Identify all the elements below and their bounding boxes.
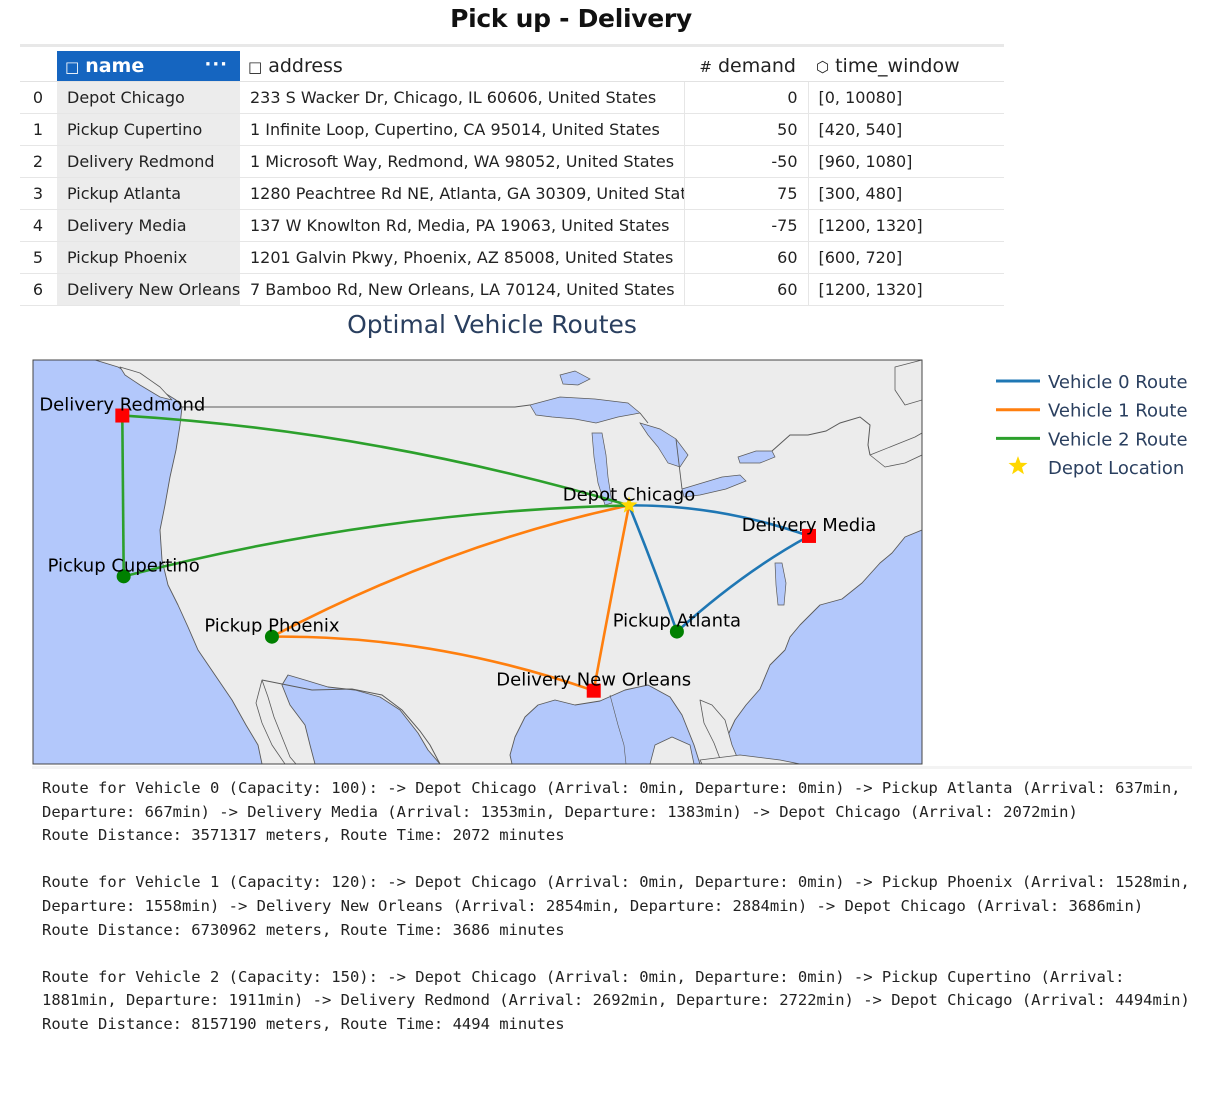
route-output-block: Route for Vehicle 0 (Capacity: 100): -> … xyxy=(42,777,1192,848)
legend-star-icon xyxy=(1008,456,1028,475)
address-cell: 1201 Galvin Pkwy, Phoenix, AZ 85008, Uni… xyxy=(240,241,685,274)
demand-cell: -75 xyxy=(684,209,809,242)
route-output-block: Route for Vehicle 2 (Capacity: 150): -> … xyxy=(42,966,1192,1037)
column-header-label: demand xyxy=(717,55,796,77)
table-row[interactable]: 1 Pickup Cupertino 1 Infinite Loop, Cupert… xyxy=(20,113,1004,146)
table-top-border xyxy=(20,44,1004,47)
table-row[interactable]: 3 Pickup Atlanta 1280 Peachtree Rd NE, Atl… xyxy=(20,177,1004,210)
column-header-label: address xyxy=(268,55,343,77)
text-column-icon: □ xyxy=(248,58,263,76)
page-title: Pick up - Delivery xyxy=(450,4,692,33)
address-cell: 1280 Peachtree Rd NE, Atlanta, GA 30309,… xyxy=(240,177,685,210)
time-window-cell: [960, 1080] xyxy=(808,145,1004,178)
address-cell: 1 Microsoft Way, Redmond, WA 98052, Unit… xyxy=(240,145,685,178)
name-cell: Delivery Media xyxy=(57,209,240,242)
location-label: Depot Chicago xyxy=(563,484,696,505)
table-row[interactable]: 4 Delivery Media 137 W Knowlton Rd, Media,… xyxy=(20,209,1004,242)
name-cell: Pickup Phoenix xyxy=(57,241,240,274)
time-window-cell: [1200, 1320] xyxy=(808,209,1004,242)
demand-cell: 60 xyxy=(684,241,809,274)
location-label: Delivery Media xyxy=(742,515,877,536)
address-cell: 7 Bamboo Rd, New Orleans, LA 70124, Unit… xyxy=(240,273,685,306)
location-label: Pickup Atlanta xyxy=(613,611,741,632)
location-label: Pickup Phoenix xyxy=(204,616,340,637)
route-output-line: Route for Vehicle 0 (Capacity: 100): -> … xyxy=(42,779,1190,821)
data-table: □ name ··· □ address # demand ⬡ time_window … xyxy=(20,51,1004,306)
index-column-header xyxy=(20,51,57,82)
row-index-cell: 0 xyxy=(20,81,57,114)
location-label: Delivery Redmond xyxy=(39,395,205,416)
location-label: Delivery New Orleans xyxy=(496,670,691,691)
legend-item-label[interactable]: Vehicle 1 Route xyxy=(1048,401,1188,422)
route-output-console: Route for Vehicle 0 (Capacity: 100): -> … xyxy=(32,766,1192,1061)
route-output-line: Route for Vehicle 2 (Capacity: 150): -> … xyxy=(42,967,1190,1010)
time-window-cell: [1200, 1320] xyxy=(808,273,1004,306)
name-cell: Pickup Cupertino xyxy=(57,113,240,146)
column-header-label: name xyxy=(85,55,145,77)
demand-cell: 75 xyxy=(684,177,809,210)
route-summary-line: Route Distance: 8157190 meters, Route Ti… xyxy=(42,1014,565,1033)
address-cell: 137 W Knowlton Rd, Media, PA 19063, Unit… xyxy=(240,209,685,242)
column-header-address[interactable]: □ address xyxy=(240,51,684,82)
column-header-demand[interactable]: # demand xyxy=(684,51,808,82)
time-window-cell: [600, 720] xyxy=(808,241,1004,274)
demand-cell: 0 xyxy=(684,81,809,114)
row-index-cell: 2 xyxy=(20,145,57,178)
column-header-name[interactable]: □ name ··· xyxy=(57,51,240,82)
row-index-cell: 1 xyxy=(20,113,57,146)
row-index-cell: 5 xyxy=(20,241,57,274)
route-map-chart: Optimal Vehicle Routes Depot Chicago Picku… xyxy=(32,310,1188,765)
text-column-icon: □ xyxy=(65,58,80,76)
route-summary-line: Route Distance: 3571317 meters, Route Ti… xyxy=(42,826,565,845)
demand-cell: 60 xyxy=(684,273,809,306)
address-cell: 1 Infinite Loop, Cupertino, CA 95014, Un… xyxy=(240,113,685,146)
demand-cell: -50 xyxy=(684,145,809,178)
name-cell: Pickup Atlanta xyxy=(57,177,240,210)
name-cell: Delivery Redmond xyxy=(57,145,240,178)
route-summary-line: Route Distance: 6730962 meters, Route Ti… xyxy=(42,920,565,939)
row-index-cell: 4 xyxy=(20,209,57,242)
column-header-time-window[interactable]: ⬡ time_window xyxy=(808,51,1004,82)
table-row[interactable]: 0 Depot Chicago 233 S Wacker Dr, Chicago, … xyxy=(20,81,1004,114)
object-cube-icon: ⬡ xyxy=(816,58,830,76)
time-window-cell: [0, 10080] xyxy=(808,81,1004,114)
row-index-cell: 3 xyxy=(20,177,57,210)
number-hash-icon: # xyxy=(699,58,712,76)
column-header-label: time_window xyxy=(835,55,960,77)
route-output-block: Route for Vehicle 1 (Capacity: 120): -> … xyxy=(42,871,1192,942)
legend-item-label[interactable]: Vehicle 2 Route xyxy=(1048,429,1188,450)
route-segment-vehicle-2 xyxy=(121,415,125,577)
time-window-cell: [420, 540] xyxy=(808,113,1004,146)
table-row[interactable]: 2 Delivery Redmond 1 Microsoft Way, Redmon… xyxy=(20,145,1004,178)
location-label: Pickup Cupertino xyxy=(48,555,200,576)
route-output-line: Route for Vehicle 1 (Capacity: 120): -> … xyxy=(42,873,1200,915)
name-cell: Depot Chicago xyxy=(57,81,240,114)
map-title: Optimal Vehicle Routes xyxy=(347,310,637,339)
table-row[interactable]: 6 Delivery New Orleans 7 Bamboo Rd, New Or… xyxy=(20,273,1004,306)
table-row[interactable]: 5 Pickup Phoenix 1201 Galvin Pkwy, Phoenix… xyxy=(20,241,1004,274)
legend-item-label[interactable]: Vehicle 0 Route xyxy=(1048,372,1188,393)
address-cell: 233 S Wacker Dr, Chicago, IL 60606, Unit… xyxy=(240,81,685,114)
name-cell: Delivery New Orleans xyxy=(57,273,240,306)
time-window-cell: [300, 480] xyxy=(808,177,1004,210)
table-header-row: □ name ··· □ address # demand ⬡ time_window xyxy=(20,51,1004,82)
row-index-cell: 6 xyxy=(20,273,57,306)
demand-cell: 50 xyxy=(684,113,809,146)
column-menu-icon[interactable]: ··· xyxy=(204,54,228,75)
legend-item-label[interactable]: Depot Location xyxy=(1048,458,1184,479)
